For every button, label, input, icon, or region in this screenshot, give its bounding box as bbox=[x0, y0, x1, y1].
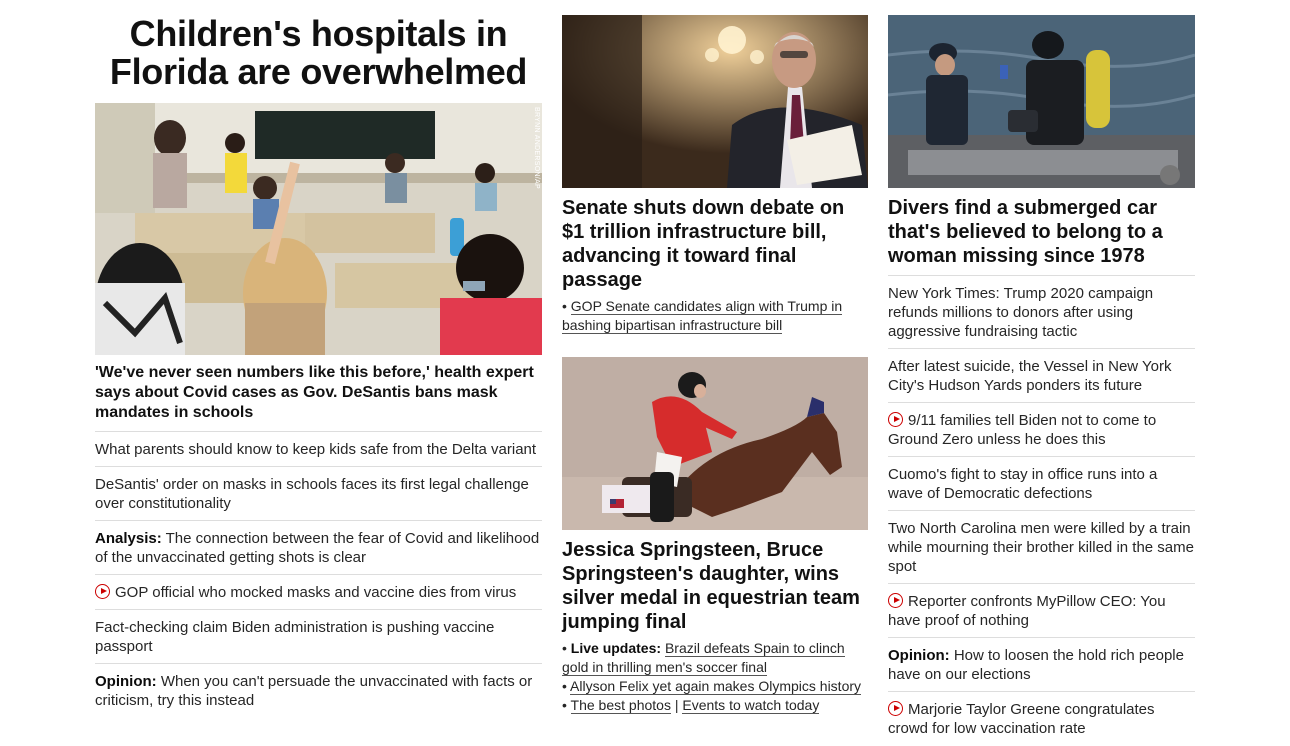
lead-link-1[interactable]: What parents should know to keep kids sa… bbox=[95, 432, 542, 467]
senate-photo[interactable] bbox=[562, 15, 868, 188]
lead-banner-title[interactable]: Children's hospitals in Florida are over… bbox=[95, 15, 542, 91]
right-link-1[interactable]: New York Times: Trump 2020 campaign refu… bbox=[888, 276, 1195, 349]
bullet-char: • bbox=[562, 678, 567, 694]
link-text: 9/11 families tell Biden not to come to … bbox=[888, 412, 1157, 448]
lead-headline[interactable]: 'We've never seen numbers like this befo… bbox=[95, 363, 542, 423]
link-text: Cuomo's fight to stay in office runs int… bbox=[888, 466, 1158, 502]
olympics-bullets: • Live updates: Brazil defeats Spain to … bbox=[562, 639, 868, 715]
link-text: When you can't persuade the unvaccinated… bbox=[95, 673, 533, 709]
link-text: What parents should know to keep kids sa… bbox=[95, 441, 537, 458]
video-play-icon bbox=[888, 593, 903, 608]
live-updates-label: Live updates: bbox=[570, 640, 662, 656]
middle-column: Senate shuts down debate on $1 trillion … bbox=[562, 15, 868, 715]
senate-bullets: • GOP Senate candidates align with Trump… bbox=[562, 297, 868, 335]
lead-link-3[interactable]: Analysis: The connection between the fea… bbox=[95, 521, 542, 575]
lead-link-2[interactable]: DeSantis' order on masks in schools face… bbox=[95, 467, 542, 521]
allyson-felix-link[interactable]: Allyson Felix yet again makes Olympics h… bbox=[570, 678, 862, 695]
link-text: Fact-checking claim Biden administration… bbox=[95, 619, 495, 655]
right-link-6[interactable]: Reporter confronts MyPillow CEO: You hav… bbox=[888, 584, 1195, 638]
senate-headline[interactable]: Senate shuts down debate on $1 trillion … bbox=[562, 196, 868, 292]
right-link-8[interactable]: Marjorie Taylor Greene congratulates cro… bbox=[888, 692, 1195, 745]
bullet-row: • The best photos | Events to watch toda… bbox=[562, 696, 868, 715]
link-text: Two North Carolina men were killed by a … bbox=[888, 520, 1194, 575]
lead-related-links: What parents should know to keep kids sa… bbox=[95, 431, 542, 717]
analysis-label: Analysis: bbox=[95, 530, 162, 547]
video-play-icon bbox=[888, 412, 903, 427]
equestrian-headline[interactable]: Jessica Springsteen, Bruce Springsteen's… bbox=[562, 538, 868, 634]
lead-story: Children's hospitals in Florida are over… bbox=[95, 15, 542, 717]
bullet-row: • Allyson Felix yet again makes Olympics… bbox=[562, 677, 868, 696]
bullet-char: • bbox=[562, 298, 567, 314]
senate-bullet-link[interactable]: GOP Senate candidates align with Trump i… bbox=[562, 298, 843, 334]
lead-link-6[interactable]: Opinion: When you can't persuade the unv… bbox=[95, 664, 542, 717]
bullet-char: • bbox=[562, 697, 567, 713]
opinion-label: Opinion: bbox=[95, 673, 157, 690]
link-text: After latest suicide, the Vessel in New … bbox=[888, 358, 1172, 394]
link-text: Marjorie Taylor Greene congratulates cro… bbox=[888, 701, 1155, 737]
lead-link-5[interactable]: Fact-checking claim Biden administration… bbox=[95, 610, 542, 664]
equestrian-photo[interactable] bbox=[562, 357, 868, 530]
opinion-label: Opinion: bbox=[888, 647, 950, 664]
bullet-row: • Live updates: Brazil defeats Spain to … bbox=[562, 639, 868, 677]
best-photos-link[interactable]: The best photos bbox=[570, 697, 671, 714]
divers-headline[interactable]: Divers find a submerged car that's belie… bbox=[888, 196, 1195, 268]
link-text: New York Times: Trump 2020 campaign refu… bbox=[888, 285, 1154, 340]
bullet-char: • bbox=[562, 640, 567, 656]
divers-photo[interactable] bbox=[888, 15, 1195, 188]
photo-credit: BRYNN ANDERSON/AP bbox=[533, 107, 540, 189]
separator: | bbox=[674, 697, 679, 713]
bullet-row: • GOP Senate candidates align with Trump… bbox=[562, 297, 868, 335]
video-play-icon bbox=[888, 701, 903, 716]
link-text: GOP official who mocked masks and vaccin… bbox=[115, 584, 517, 601]
lead-link-4[interactable]: GOP official who mocked masks and vaccin… bbox=[95, 575, 542, 610]
classroom-photo[interactable]: BRYNN ANDERSON/AP bbox=[95, 103, 542, 355]
right-column: Divers find a submerged car that's belie… bbox=[888, 15, 1195, 745]
link-text: The connection between the fear of Covid… bbox=[95, 530, 540, 566]
link-text: Reporter confronts MyPillow CEO: You hav… bbox=[888, 593, 1166, 629]
events-link[interactable]: Events to watch today bbox=[682, 697, 820, 714]
right-link-2[interactable]: After latest suicide, the Vessel in New … bbox=[888, 349, 1195, 403]
right-link-5[interactable]: Two North Carolina men were killed by a … bbox=[888, 511, 1195, 584]
video-play-icon bbox=[95, 584, 110, 599]
right-link-3[interactable]: 9/11 families tell Biden not to come to … bbox=[888, 403, 1195, 457]
link-text: DeSantis' order on masks in schools face… bbox=[95, 476, 529, 512]
right-related-links: New York Times: Trump 2020 campaign refu… bbox=[888, 275, 1195, 745]
right-link-7[interactable]: Opinion: How to loosen the hold rich peo… bbox=[888, 638, 1195, 692]
right-link-4[interactable]: Cuomo's fight to stay in office runs int… bbox=[888, 457, 1195, 511]
